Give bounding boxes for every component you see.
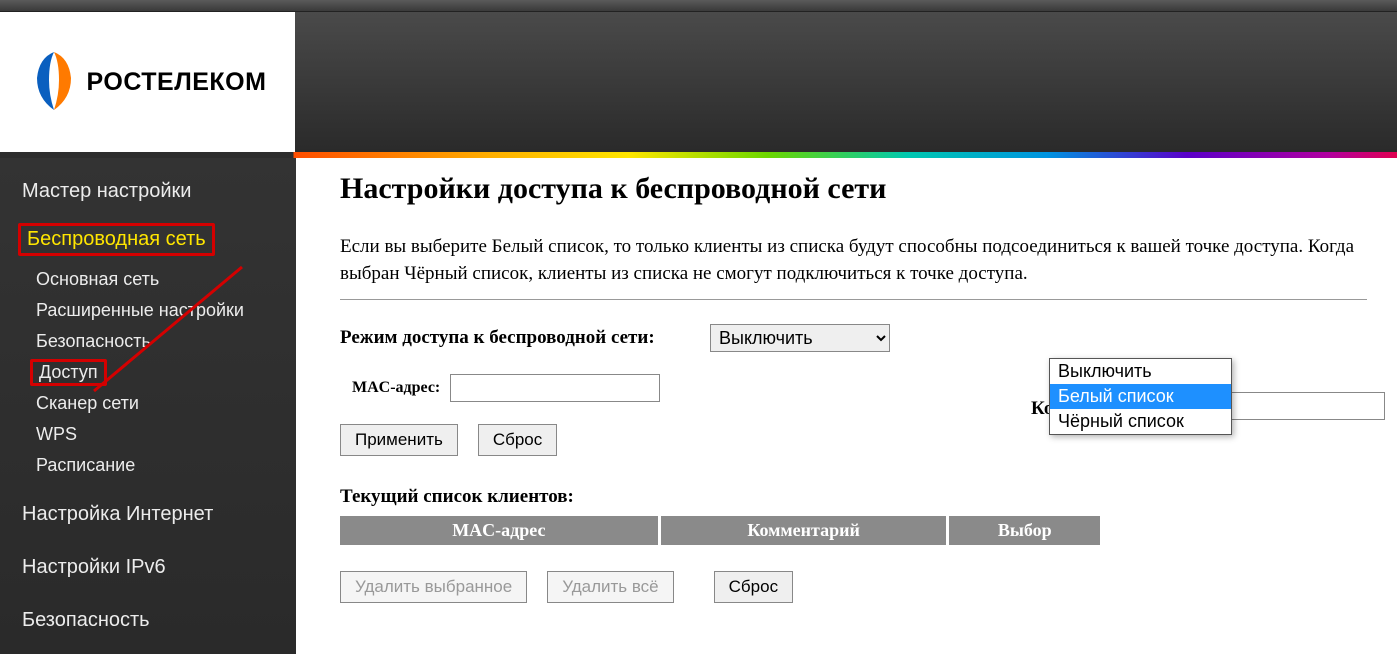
nav-security[interactable]: Безопасность (0, 326, 296, 357)
clients-table: MAC-адрес Комментарий Выбор (340, 516, 1100, 545)
mode-select[interactable]: Выключить (710, 324, 890, 352)
sidebar: Мастер настройки Беспроводная сеть Основ… (0, 158, 296, 654)
mode-label: Режим доступа к беспроводной сети: (340, 327, 710, 349)
nav-access[interactable]: Доступ (0, 357, 296, 388)
header: РОСТЕЛЕКОМ (0, 12, 1397, 152)
nav-wireless[interactable]: Беспроводная сеть (0, 215, 296, 264)
clients-label: Текущий список клиентов: (340, 486, 1367, 508)
comment-input[interactable] (1230, 392, 1385, 420)
delete-selected-button[interactable]: Удалить выбранное (340, 571, 527, 603)
mode-option-whitelist[interactable]: Белый список (1050, 384, 1231, 409)
th-comment: Комментарий (659, 516, 948, 545)
nav-wps[interactable]: WPS (0, 419, 296, 450)
nav-security-main[interactable]: Безопасность (0, 597, 296, 644)
delete-all-button[interactable]: Удалить всё (547, 571, 673, 603)
rostelecom-logo-icon (29, 50, 79, 115)
reset-button[interactable]: Сброс (478, 424, 557, 456)
mac-input[interactable] (450, 374, 660, 402)
nav-scanner[interactable]: Сканер сети (0, 388, 296, 419)
th-select: Выбор (948, 516, 1100, 545)
mode-dropdown-list: Выключить Белый список Чёрный список (1049, 358, 1232, 435)
brand-text: РОСТЕЛЕКОМ (87, 68, 267, 97)
nav-schedule[interactable]: Расписание (0, 450, 296, 481)
mode-option-off[interactable]: Выключить (1050, 359, 1231, 384)
nav-advanced[interactable]: Расширенные настройки (0, 295, 296, 326)
nav-internet[interactable]: Настройка Интернет (0, 491, 296, 538)
nav-basic-network[interactable]: Основная сеть (0, 264, 296, 295)
mac-label: MAC-адрес: (352, 379, 440, 397)
window-top-bar (0, 0, 1397, 12)
page-description: Если вы выберите Белый список, то только… (340, 234, 1367, 287)
logo-box: РОСТЕЛЕКОМ (0, 12, 295, 152)
divider (340, 299, 1367, 300)
nav-ipv6[interactable]: Настройки IPv6 (0, 544, 296, 591)
nav-wizard[interactable]: Мастер настройки (0, 168, 296, 215)
main-content: Настройки доступа к беспроводной сети Ес… (296, 158, 1397, 654)
page-title: Настройки доступа к беспроводной сети (340, 172, 1367, 206)
mode-option-blacklist[interactable]: Чёрный список (1050, 409, 1231, 434)
apply-button[interactable]: Применить (340, 424, 458, 456)
reset2-button[interactable]: Сброс (714, 571, 793, 603)
th-mac: MAC-адрес (340, 516, 659, 545)
